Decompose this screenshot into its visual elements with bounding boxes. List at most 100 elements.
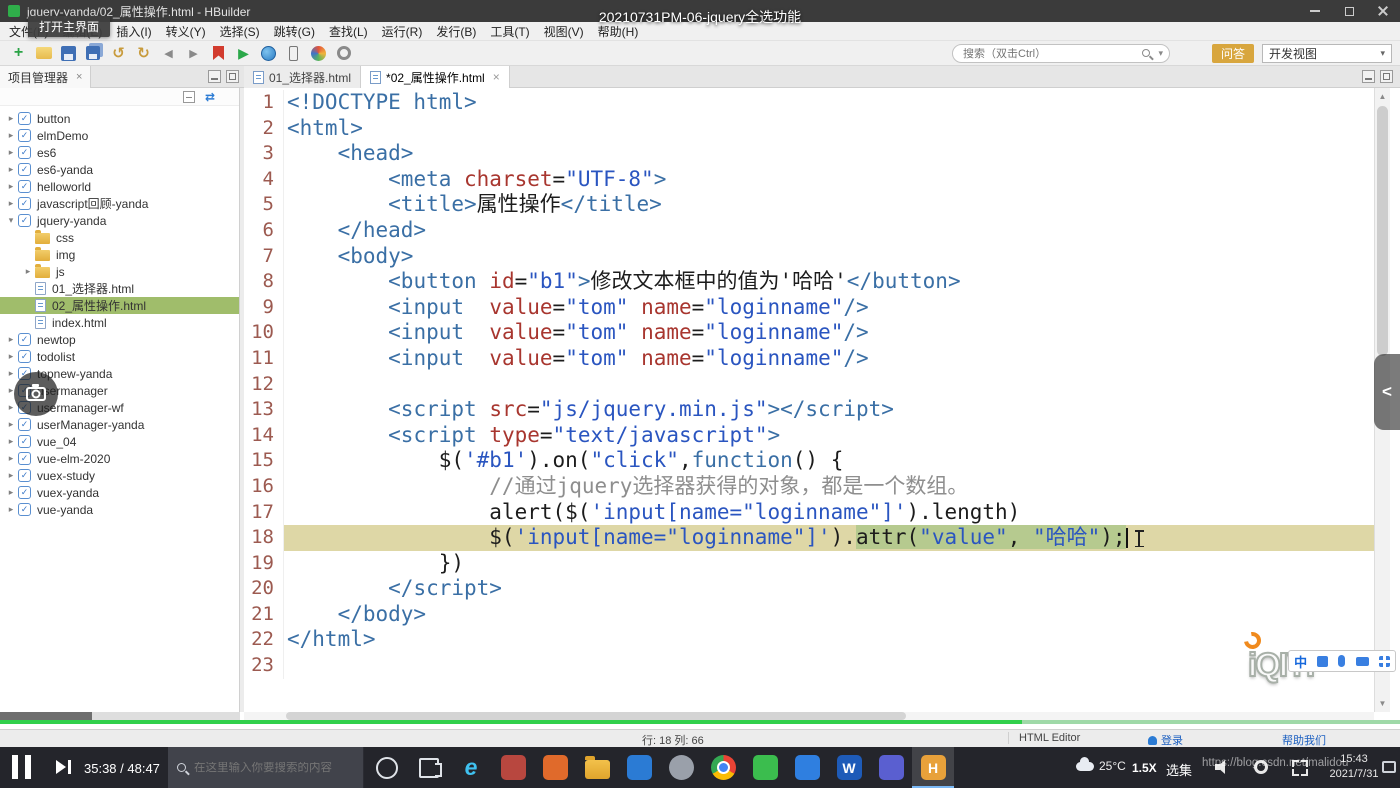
playback-speed-button[interactable]: 1.5X <box>1132 761 1157 775</box>
menu-item[interactable]: 跳转(G) <box>267 23 322 40</box>
expand-arrow-icon[interactable]: ▸ <box>4 130 18 141</box>
tree-item[interactable]: img <box>0 246 239 263</box>
taskbar-search-input[interactable] <box>194 761 354 774</box>
tree-item[interactable]: ▸ ✓ es6-yanda <box>0 161 239 178</box>
expand-arrow-icon[interactable]: ▸ <box>21 266 35 277</box>
close-button[interactable] <box>1366 0 1400 22</box>
editor-line[interactable]: 3 <head> <box>244 141 1374 167</box>
expand-arrow-icon[interactable]: ▾ <box>4 215 18 226</box>
tree-item[interactable]: ▸ ✓ vue-yanda <box>0 501 239 518</box>
editor-tab[interactable]: 01_选择器.html <box>244 66 362 88</box>
tree-item[interactable]: ▸ ✓ elmDemo <box>0 127 239 144</box>
tree-item[interactable]: ▸ ✓ vue-elm-2020 <box>0 450 239 467</box>
back-icon[interactable]: ◀ <box>157 43 180 64</box>
pause-button[interactable] <box>12 755 31 779</box>
menu-item[interactable]: 发行(B) <box>429 23 483 40</box>
ime-toolbox-icon[interactable] <box>1378 655 1390 667</box>
tree-item[interactable]: ▸ ✓ helloworld <box>0 178 239 195</box>
tree-item[interactable]: ▸ ✓ vuex-yanda <box>0 484 239 501</box>
chrome-icon[interactable] <box>702 747 744 788</box>
expand-arrow-icon[interactable]: ▸ <box>4 334 18 345</box>
editor-line[interactable]: 16 //通过jquery选择器获得的对象，都是一个数组。 <box>244 473 1374 500</box>
save-icon[interactable] <box>57 43 80 64</box>
tree-item[interactable]: ▸ ✓ todolist <box>0 348 239 365</box>
editor-line[interactable]: 5 <title>属性操作</title> <box>244 192 1374 218</box>
ime-pen-icon[interactable] <box>1317 655 1329 667</box>
editor-maximize-button[interactable] <box>1380 70 1393 83</box>
expand-arrow-icon[interactable]: ▸ <box>4 419 18 430</box>
expand-arrow-icon[interactable]: ▸ <box>4 113 18 124</box>
photos-icon[interactable] <box>786 747 828 788</box>
project-manager-tab[interactable]: 项目管理器 × <box>0 66 92 88</box>
scroll-down-icon[interactable]: ▼ <box>1375 696 1390 711</box>
tree-item[interactable]: index.html <box>0 314 239 331</box>
menu-item[interactable]: 工具(T) <box>483 23 536 40</box>
maximize-button[interactable] <box>1332 0 1366 22</box>
tree-item[interactable]: css <box>0 229 239 246</box>
sidebar-hscroll-thumb[interactable] <box>0 712 92 720</box>
editor-line[interactable]: 13 <script src="js/jquery.min.js"></scri… <box>244 397 1374 423</box>
expand-arrow-icon[interactable]: ▸ <box>4 147 18 158</box>
tree-item[interactable]: ▸ ✓ javascript回顾-yanda <box>0 195 239 212</box>
expand-arrow-icon[interactable]: ▸ <box>4 351 18 362</box>
editor-line[interactable]: 23 <box>244 653 1374 679</box>
editor-line[interactable]: 4 <meta charset="UTF-8"> <box>244 166 1374 193</box>
wechat-icon[interactable] <box>744 747 786 788</box>
editor-hscroll-thumb[interactable] <box>286 712 906 720</box>
cortana-icon[interactable] <box>366 747 408 788</box>
menu-item[interactable]: 视图(V) <box>537 23 591 40</box>
tree-item[interactable]: 01_选择器.html <box>0 280 239 297</box>
scroll-up-icon[interactable]: ▲ <box>1375 89 1390 104</box>
episodes-button[interactable]: 选集 <box>1166 760 1192 779</box>
editor-line[interactable]: 15 $('#b1').on("click",function() { <box>244 448 1374 474</box>
editor-line[interactable]: 21 </body> <box>244 601 1374 628</box>
qq-icon[interactable] <box>870 747 912 788</box>
mail-icon[interactable] <box>618 747 660 788</box>
explorer-icon[interactable] <box>576 747 618 788</box>
phone-preview-icon[interactable] <box>282 43 305 64</box>
editor-line[interactable]: 8 <button id="b1">修改文本框中的值为'哈哈'</button> <box>244 269 1374 295</box>
editor-tab[interactable]: *02_属性操作.html × <box>361 66 510 88</box>
search-caret-icon[interactable]: ▾ <box>1158 48 1163 59</box>
sidebar-hscrollbar[interactable] <box>0 712 240 720</box>
editor-line[interactable]: 10 <input value="tom" name="loginname"/> <box>244 320 1374 346</box>
minimize-button[interactable] <box>1298 0 1332 22</box>
tree-item[interactable]: ▸ ✓ newtop <box>0 331 239 348</box>
ime-mic-icon[interactable] <box>1338 655 1346 667</box>
tree-item[interactable]: ▾ ✓ jquery-yanda <box>0 212 239 229</box>
editor-line[interactable]: 12 <box>244 371 1374 398</box>
app-icon-1[interactable] <box>492 747 534 788</box>
taskbar-search[interactable] <box>168 747 364 788</box>
tree-item[interactable]: ▸ ✓ userManager-yanda <box>0 416 239 433</box>
qa-button[interactable]: 问答 <box>1212 44 1254 63</box>
tree-item[interactable]: 02_属性操作.html <box>0 297 239 314</box>
expand-arrow-icon[interactable]: ▸ <box>4 487 18 498</box>
screenshot-button[interactable] <box>14 372 58 416</box>
app-icon-2[interactable] <box>534 747 576 788</box>
ime-toolbar[interactable]: 中 <box>1288 650 1396 672</box>
tab-close-icon[interactable]: × <box>493 70 500 84</box>
weather-widget[interactable]: 25°C <box>1076 756 1126 773</box>
editor-line[interactable]: 9 <input value="tom" name="loginname"/> <box>244 294 1374 321</box>
editor-line[interactable]: 20 </script> <box>244 576 1374 602</box>
login-link[interactable]: 登录 <box>1148 732 1183 748</box>
expand-arrow-icon[interactable]: ▸ <box>4 181 18 192</box>
link-editor-icon[interactable]: ⇄ <box>205 90 215 104</box>
expand-arrow-icon[interactable]: ▸ <box>4 504 18 515</box>
expand-arrow-icon[interactable]: ▸ <box>4 453 18 464</box>
bookmark-icon[interactable] <box>207 43 230 64</box>
code-editor[interactable]: 1 <!DOCTYPE html> 2 <html> 3 <head> 4 <meta c… <box>244 88 1374 712</box>
theme-icon[interactable] <box>307 43 330 64</box>
collapse-all-icon[interactable] <box>182 90 195 103</box>
forward-icon[interactable]: ▶ <box>182 43 205 64</box>
editor-hscrollbar[interactable] <box>244 712 1374 720</box>
editor-line[interactable]: 1 <!DOCTYPE html> <box>244 90 1374 116</box>
panel-close-icon[interactable]: × <box>76 71 82 83</box>
redo-icon[interactable]: ↻ <box>132 43 155 64</box>
run-icon[interactable]: ▶ <box>232 43 255 64</box>
help-link[interactable]: 帮助我们 <box>1282 732 1326 748</box>
editor-line[interactable]: 18 $('input[name="loginname"]').attr("va… <box>244 525 1374 551</box>
edge-icon[interactable]: e <box>450 747 492 788</box>
hbuilder-icon[interactable]: H <box>912 747 954 788</box>
new-file-icon[interactable]: + <box>7 43 30 64</box>
